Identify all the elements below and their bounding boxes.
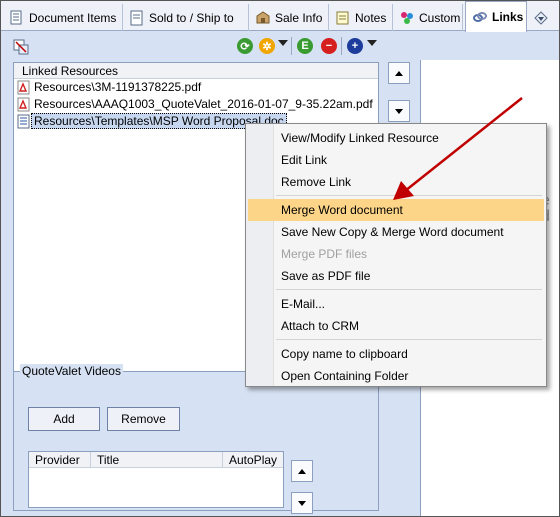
quotevalet-videos-group: QuoteValet Videos Add Remove Provider Ti… (13, 364, 379, 514)
sold-to-icon (129, 10, 145, 26)
menu-separator (276, 339, 542, 340)
tab-overflow[interactable] (527, 4, 559, 31)
arrow-down-icon (298, 500, 306, 506)
column-header-title[interactable]: Title (91, 452, 223, 468)
menu-item-save-as-pdf[interactable]: Save as PDF file (248, 265, 544, 287)
arrow-up-icon (395, 70, 403, 76)
sale-info-icon (255, 10, 271, 26)
tab-label: Sale Info (275, 10, 323, 25)
tab-strip: Document Items Sold to / Ship to Sale In… (1, 1, 559, 32)
list-item[interactable]: Resources\3M-1191378225.pdf (14, 79, 378, 96)
notes-icon (335, 10, 351, 26)
column-header-provider[interactable]: Provider (29, 452, 91, 468)
chevron-down-icon[interactable] (367, 40, 377, 46)
tab-label: Sold to / Ship to (149, 10, 234, 25)
menu-separator (276, 195, 542, 196)
add-icon[interactable]: + (347, 38, 363, 54)
add-button[interactable]: Add (28, 407, 100, 431)
word-file-icon (17, 114, 31, 129)
tab-label: Custom (419, 10, 461, 25)
menu-item-remove-link[interactable]: Remove Link (248, 171, 544, 193)
link-resource-icon[interactable] (13, 39, 29, 55)
menu-separator (276, 289, 542, 290)
tab-sold-to[interactable]: Sold to / Ship to (123, 4, 249, 31)
menu-item-attach-crm[interactable]: Attach to CRM (248, 315, 544, 337)
context-menu[interactable]: View/Modify Linked Resource Edit Link Re… (245, 123, 547, 387)
tab-custom[interactable]: Custom (393, 4, 463, 31)
app-window: Document Items Sold to / Ship to Sale In… (0, 0, 560, 517)
list-item[interactable]: Resources\AAAQ1003_QuoteValet_2016-01-07… (14, 96, 378, 113)
column-header-autoplay[interactable]: AutoPlay (223, 452, 283, 468)
toolbar-divider (291, 37, 292, 55)
group-title: QuoteValet Videos (20, 364, 123, 378)
move-up-button[interactable] (388, 62, 410, 84)
resource-path: Resources\AAAQ1003_QuoteValet_2016-01-07… (34, 97, 373, 111)
menu-item-open-folder[interactable]: Open Containing Folder (248, 365, 544, 387)
menu-item-copy-name[interactable]: Copy name to clipboard (248, 343, 544, 365)
delete-icon[interactable]: − (321, 38, 337, 54)
tab-links[interactable]: Links (465, 1, 527, 32)
resource-path: Resources\3M-1191378225.pdf (34, 80, 202, 94)
toolbar-divider (341, 37, 342, 55)
arrow-up-icon (298, 468, 306, 474)
links-icon (472, 9, 488, 25)
custom-icon (399, 10, 415, 26)
settings-icon[interactable]: ✲ (259, 38, 275, 54)
tab-notes[interactable]: Notes (329, 4, 393, 31)
move-down-button[interactable] (388, 100, 410, 122)
video-move-up-button[interactable] (291, 460, 313, 482)
menu-item-merge-pdf: Merge PDF files (281, 247, 368, 261)
pdf-file-icon (17, 80, 31, 95)
tab-document-items[interactable]: Document Items (3, 4, 123, 31)
document-items-icon (9, 10, 25, 26)
list-header: Linked Resources (14, 63, 378, 79)
menu-item-email[interactable]: E-Mail... (248, 293, 544, 315)
videos-table[interactable]: Provider Title AutoPlay (28, 451, 284, 508)
menu-item-edit-link[interactable]: Edit Link (248, 149, 544, 171)
menu-item-view-modify[interactable]: View/Modify Linked Resource (248, 127, 544, 149)
pdf-file-icon (17, 97, 31, 112)
email-icon[interactable]: E (297, 38, 313, 54)
arrow-down-icon (395, 108, 403, 114)
tab-label: Links (492, 10, 524, 24)
tab-scroll-icon (533, 10, 549, 26)
tab-sale-info[interactable]: Sale Info (249, 4, 329, 31)
remove-button[interactable]: Remove (107, 407, 180, 431)
tab-label: Notes (355, 10, 387, 25)
tab-label: Document Items (29, 10, 117, 25)
refresh-icon[interactable]: ⟳ (237, 38, 253, 54)
menu-item-save-copy-merge[interactable]: Save New Copy & Merge Word document (248, 221, 544, 243)
chevron-down-icon[interactable] (278, 40, 288, 46)
video-move-down-button[interactable] (291, 492, 313, 514)
menu-item-merge-word[interactable]: Merge Word document (248, 199, 544, 221)
